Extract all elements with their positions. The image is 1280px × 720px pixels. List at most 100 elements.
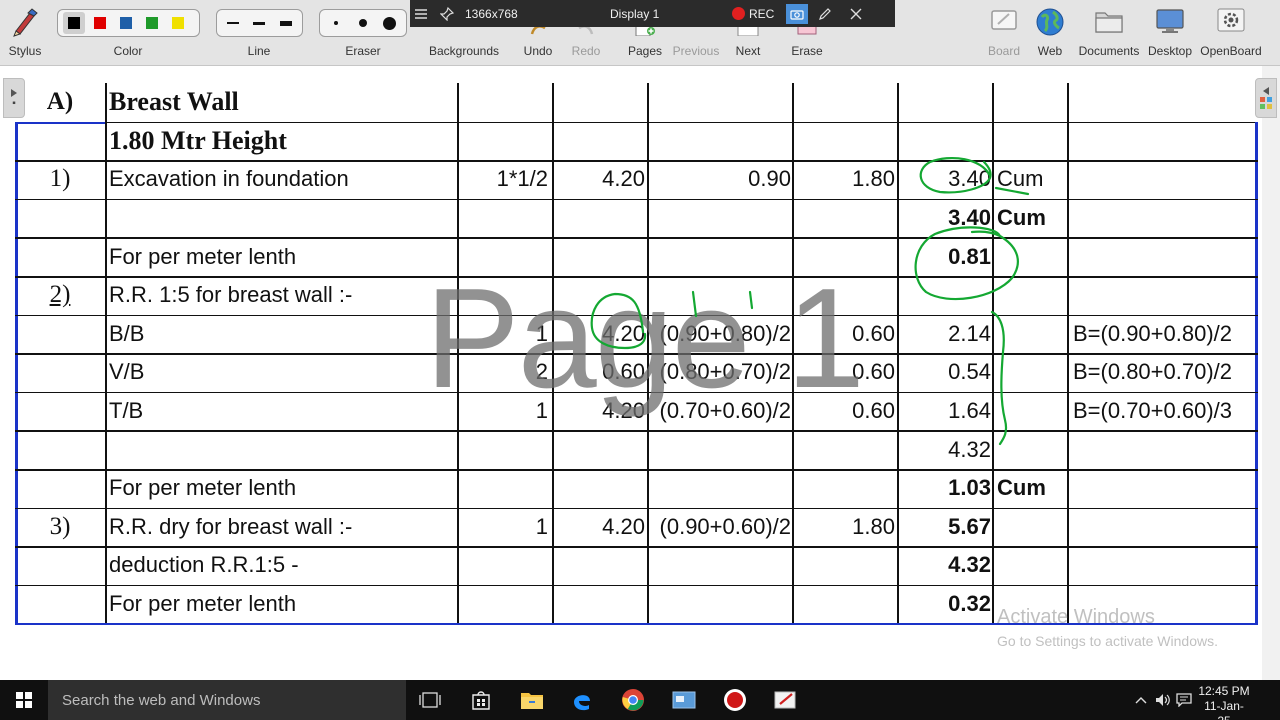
documents-button[interactable]: Documents (1078, 0, 1140, 66)
row-breadth (649, 469, 791, 508)
row-count: 2 (535, 359, 548, 385)
pages-label: Pages (627, 44, 663, 58)
row-number (15, 315, 105, 354)
row-remark (1071, 160, 1257, 199)
pen-icon[interactable] (818, 0, 832, 27)
row-length (553, 83, 645, 122)
table-row: 3) R.R. dry for breast wall :- 1 4.20 (0.90+… (15, 508, 1261, 547)
openboard-taskbar-button[interactable] (762, 680, 810, 720)
board-canvas[interactable]: ▪ A) Breast Wall 1.80 Mtr Height 1) Excavati… (0, 66, 1280, 680)
menu-icon[interactable] (414, 0, 428, 27)
row-count (458, 585, 548, 624)
table-row: A) Breast Wall (15, 83, 1261, 122)
row-count (458, 430, 548, 469)
table-row: B/B 1 4.20 (0.90+0.80)/2 0.60 2.14 B=(0.90+0.8… (15, 315, 1261, 354)
color-swatch-0[interactable] (63, 12, 85, 34)
volume-button[interactable] (1152, 680, 1174, 720)
row-count (458, 237, 548, 276)
erase-label: Erase (791, 44, 823, 58)
table-row: deduction R.R.1:5 - 4.32 (15, 546, 1261, 585)
row-remark (1071, 508, 1257, 547)
row-number (15, 546, 105, 585)
activate-title: Activate Windows (997, 606, 1155, 628)
color-caption: Color (100, 0, 156, 66)
store-button[interactable] (457, 680, 505, 720)
desktop-label: Desktop (1147, 44, 1193, 58)
web-button[interactable]: Web (1032, 0, 1068, 66)
grid-hline (105, 121, 1255, 124)
grid-hline (15, 584, 1258, 587)
row-length (553, 199, 645, 238)
row-number (15, 585, 105, 624)
vertical-scrollbar[interactable] (1262, 66, 1280, 680)
app-window-button[interactable] (660, 680, 708, 720)
speaker-icon (1156, 694, 1170, 706)
undo-label: Undo (523, 44, 553, 58)
pin-icon[interactable] (440, 0, 454, 27)
row-quantity: 1.03 (948, 475, 991, 501)
row-breadth (649, 122, 791, 161)
board-icon (991, 10, 1017, 30)
row-breadth (649, 237, 791, 276)
row-number (15, 392, 105, 431)
gear-icon (1217, 8, 1245, 32)
row-breadth: (0.80+0.70)/2 (659, 359, 791, 385)
web-label: Web (1037, 44, 1063, 58)
row-unit (995, 392, 1065, 431)
row-remark (1071, 237, 1257, 276)
row-length (553, 276, 645, 315)
start-button[interactable] (0, 680, 48, 720)
tray-overflow-button[interactable] (1128, 680, 1154, 720)
action-center-button[interactable] (1173, 680, 1195, 720)
system-clock[interactable]: 12:45 PM 11-Jan-25 (1198, 684, 1250, 720)
row-unit (995, 508, 1065, 547)
row-number (15, 469, 105, 508)
camera-icon[interactable] (786, 0, 808, 27)
file-explorer-button[interactable] (508, 680, 556, 720)
edge-icon (574, 695, 590, 711)
next-page-icon (737, 26, 759, 36)
board-button[interactable]: Board (984, 0, 1024, 66)
resolution-text: 1366x768 (465, 6, 518, 21)
row-count (458, 276, 548, 315)
folder-icon (1095, 12, 1123, 33)
taskbar-search-box[interactable]: Search the web and Windows (48, 680, 406, 720)
grid-hline (15, 391, 1258, 394)
row-height (795, 430, 895, 469)
row-length (553, 469, 645, 508)
row-breadth: (0.70+0.60)/2 (659, 398, 791, 424)
chrome-button[interactable] (609, 680, 657, 720)
activate-windows-watermark: Activate Windows Go to Settings to activ… (997, 606, 1218, 649)
row-unit (995, 546, 1065, 585)
desktop-button[interactable]: Desktop (1146, 0, 1194, 66)
openboard-label: OpenBoard (1200, 44, 1262, 58)
row-quantity (899, 83, 991, 122)
color-swatch-4[interactable] (167, 12, 189, 34)
close-icon[interactable] (850, 0, 862, 27)
redo-label: Redo (571, 44, 601, 58)
row-unit: Cum (997, 166, 1044, 192)
folder-icon (521, 693, 543, 709)
row-length: 0.60 (602, 359, 645, 385)
record-button[interactable]: REC (732, 0, 774, 27)
edge-button[interactable] (558, 680, 606, 720)
row-number (15, 199, 105, 238)
task-view-button[interactable] (406, 680, 454, 720)
row-quantity: 3.40 (948, 205, 991, 231)
row-count: 1 (535, 320, 548, 346)
row-count (458, 199, 548, 238)
stylus-button[interactable]: Stylus (4, 0, 46, 66)
row-number: 3) (49, 512, 71, 540)
grid-hline (15, 160, 1258, 162)
row-height (795, 546, 895, 585)
table-row: For per meter lenth 1.03 Cum (15, 469, 1261, 508)
row-breadth (649, 585, 791, 624)
openboard-settings-button[interactable]: OpenBoard (1200, 0, 1262, 66)
row-quantity: 0.81 (948, 243, 991, 269)
monitor-icon (1156, 9, 1184, 33)
recorder-button[interactable] (711, 680, 759, 720)
previous-label: Previous (672, 44, 720, 58)
grid-hline (15, 353, 1258, 355)
row-unit (995, 353, 1065, 392)
table-row: 1) Excavation in foundation 1*1/2 4.20 0.90 1… (15, 160, 1261, 199)
